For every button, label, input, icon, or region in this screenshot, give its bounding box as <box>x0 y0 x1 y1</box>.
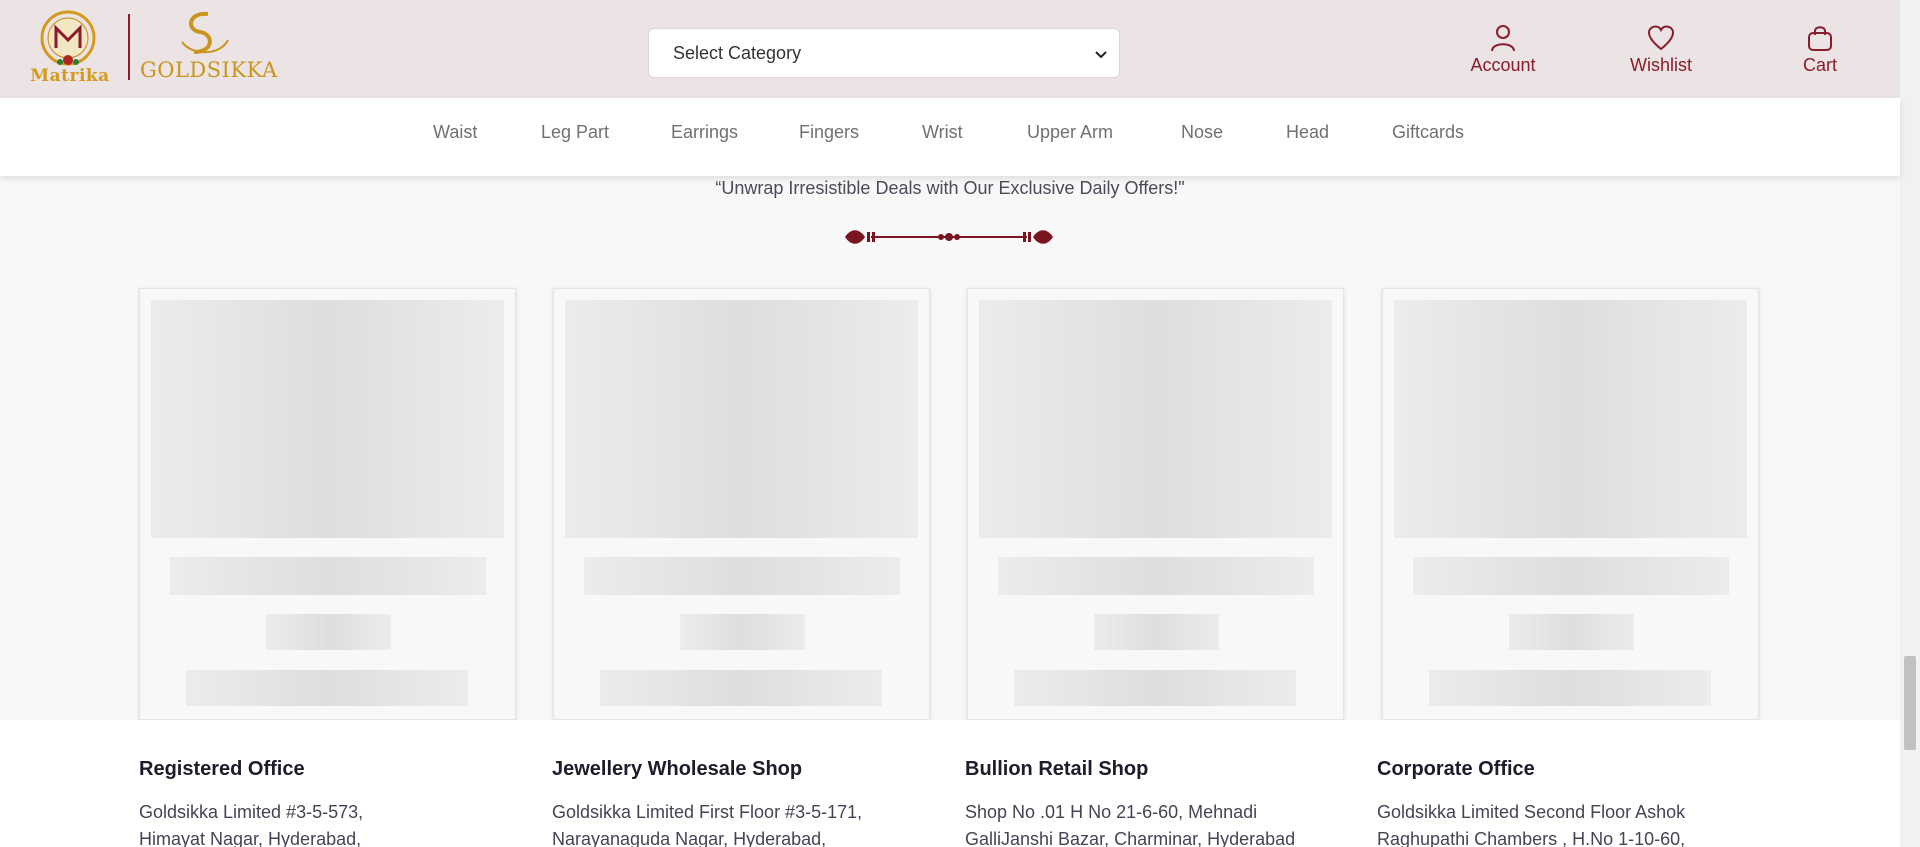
skeleton-price <box>1094 614 1219 650</box>
skeleton-image <box>1394 300 1747 538</box>
office-title: Registered Office <box>139 758 305 780</box>
goldsikka-logo-text: GOLDSIKKA <box>140 58 278 82</box>
wishlist-button[interactable]: Wishlist <box>1616 24 1706 76</box>
office-address: Goldsikka Limited #3-5-573, Himayat Naga… <box>139 799 519 847</box>
skeleton-button <box>600 670 882 706</box>
skeleton-button <box>186 670 468 706</box>
skeleton-button <box>1429 670 1711 706</box>
nav-item-giftcards[interactable]: Giftcards <box>1392 122 1464 143</box>
office-address-line: Goldsikka Limited First Floor #3-5-171, <box>552 802 863 822</box>
product-card-loading[interactable] <box>139 288 516 720</box>
nav-item-fingers[interactable]: Fingers <box>799 122 859 143</box>
skeleton-price <box>680 614 805 650</box>
skeleton-image <box>565 300 918 538</box>
ornament-divider-icon <box>845 230 1053 244</box>
product-card-loading[interactable] <box>1382 288 1759 720</box>
category-select[interactable]: Select Category <box>648 28 1120 78</box>
office-bullion: Bullion Retail Shop Shop No .01 H No 21-… <box>965 758 1345 847</box>
office-address-line: Himayat Nagar, Hyderabad, <box>139 829 362 847</box>
product-card-loading[interactable] <box>553 288 930 720</box>
office-address-line: Raghupathi Chambers , H.No 1-10-60, <box>1377 829 1686 847</box>
bag-icon <box>1808 26 1832 51</box>
nav-item-leg-part[interactable]: Leg Part <box>541 122 609 143</box>
account-label: Account <box>1470 55 1536 75</box>
heart-icon <box>1647 25 1675 51</box>
nav-item-wrist[interactable]: Wrist <box>922 122 963 143</box>
office-address: Shop No .01 H No 21-6-60, Mehnadi GalliJ… <box>965 799 1345 847</box>
skeleton-price <box>1509 614 1634 650</box>
skeleton-title <box>170 557 486 595</box>
office-address-line: Shop No .01 H No 21-6-60, Mehnadi <box>965 802 1258 822</box>
product-card-loading[interactable] <box>967 288 1344 720</box>
footer-offices: Registered Office Goldsikka Limited #3-5… <box>0 720 1900 847</box>
chevron-down-icon <box>1095 51 1107 59</box>
skeleton-title <box>584 557 900 595</box>
logo-divider <box>128 14 130 80</box>
office-address: Goldsikka Limited First Floor #3-5-171, … <box>552 799 932 847</box>
nav-item-earrings[interactable]: Earrings <box>671 122 738 143</box>
office-address-line: Goldsikka Limited #3-5-573, <box>139 802 364 822</box>
office-corporate: Corporate Office Goldsikka Limited Secon… <box>1377 758 1757 847</box>
office-address-line: Goldsikka Limited Second Floor Ashok <box>1377 802 1686 822</box>
skeleton-image <box>151 300 504 538</box>
skeleton-image <box>979 300 1332 538</box>
scrollbar-thumb[interactable] <box>1904 656 1916 750</box>
nav-item-head[interactable]: Head <box>1286 122 1329 143</box>
office-address-line: Narayanaguda Nagar, Hyderabad, <box>552 829 827 847</box>
cart-label: Cart <box>1802 55 1837 75</box>
wishlist-label: Wishlist <box>1630 55 1692 75</box>
category-nav: Waist Leg Part Earrings Fingers Wrist Up… <box>0 98 1900 176</box>
top-header: Matrika GOLDSIKKA Select Category Accoun… <box>0 0 1900 98</box>
nav-item-upper-arm[interactable]: Upper Arm <box>1027 122 1113 143</box>
matrika-logo-text: Matrika <box>30 66 110 86</box>
skeleton-button <box>1014 670 1296 706</box>
office-title: Jewellery Wholesale Shop <box>552 758 803 780</box>
category-select-value: Select Category <box>673 42 802 63</box>
office-address: Goldsikka Limited Second Floor Ashok Rag… <box>1377 799 1757 847</box>
office-title: Corporate Office <box>1377 758 1535 780</box>
office-wholesale: Jewellery Wholesale Shop Goldsikka Limit… <box>552 758 932 847</box>
user-icon <box>1491 25 1515 52</box>
cart-button[interactable]: Cart <box>1775 24 1865 76</box>
account-button[interactable]: Account <box>1458 24 1548 76</box>
office-address-line: GalliJanshi Bazar, Charminar, Hyderabad <box>965 829 1296 847</box>
skeleton-price <box>266 614 391 650</box>
skeleton-title <box>1413 557 1729 595</box>
nav-item-nose[interactable]: Nose <box>1181 122 1223 143</box>
deals-tagline: “Unwrap Irresistible Deals with Our Excl… <box>715 178 1185 198</box>
page-scrollbar[interactable] <box>1900 0 1920 847</box>
office-registered: Registered Office Goldsikka Limited #3-5… <box>139 758 519 847</box>
office-title: Bullion Retail Shop <box>965 758 1149 780</box>
skeleton-title <box>998 557 1314 595</box>
nav-item-waist[interactable]: Waist <box>433 122 477 143</box>
